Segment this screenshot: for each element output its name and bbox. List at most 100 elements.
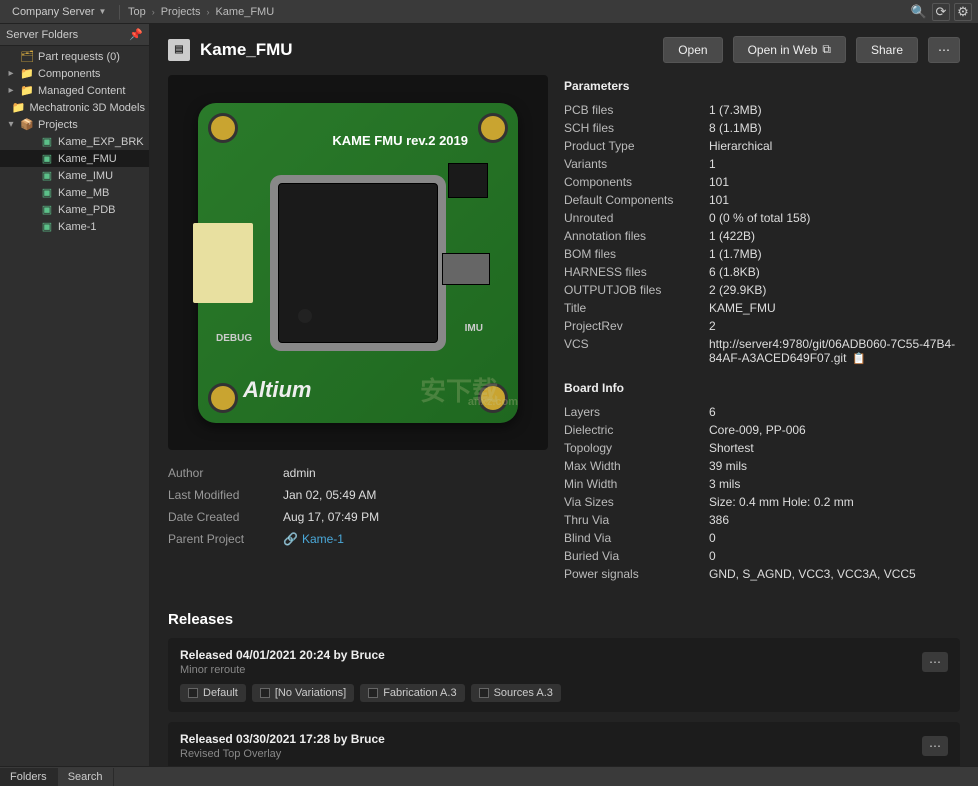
param-value: 0 (0 % of total 158) [709,211,960,225]
folder-icon: 📁 [20,84,34,97]
tree-item[interactable]: 📁Mechatronic 3D Models [0,99,149,116]
board-value: Size: 0.4 mm Hole: 0.2 mm [709,495,960,509]
release-subtitle: Minor reroute [180,664,385,676]
link-icon: 🔗 [283,532,298,546]
param-value: 2 (29.9KB) [709,283,960,297]
tree-item-project[interactable]: ▣Kame_PDB [0,201,149,218]
pin-icon[interactable]: 📌 [129,28,143,41]
tree-item[interactable]: 🗂Part requests (0) [0,48,149,65]
param-label: VCS [564,337,709,365]
folder-icon: 📦 [20,118,34,131]
release-subtitle: Revised Top Overlay [180,748,385,760]
param-value: 1 [709,157,960,171]
release-tag[interactable]: Fabrication A.3 [360,684,464,702]
meta-label: Date Created [168,510,283,524]
param-label: Annotation files [564,229,709,243]
server-dropdown[interactable]: Company Server ▼ [6,4,112,20]
board-label: Buried Via [564,549,709,563]
tree-item-project[interactable]: ▣Kame_FMU [0,150,149,167]
search-icon[interactable]: 🔍 [910,3,928,21]
checkbox-icon [368,688,378,698]
bottombar: Folders Search [0,766,978,786]
board-label: Layers [564,405,709,419]
more-button[interactable]: ⋯ [928,37,960,63]
board-value: 386 [709,513,960,527]
board-row: Via SizesSize: 0.4 mm Hole: 0.2 mm [564,493,960,511]
board-row: Thru Via386 [564,511,960,529]
param-label: Title [564,301,709,315]
tree-label: Kame_PDB [58,204,115,216]
expand-icon: ▸ [6,68,16,79]
tree-item-project[interactable]: ▣Kame-1 [0,218,149,235]
release-tag[interactable]: [No Variations] [252,684,354,702]
param-row: Annotation files1 (422B) [564,227,960,245]
gear-icon[interactable]: ⚙ [954,3,972,21]
meta-label: Last Modified [168,488,283,502]
release-more-button[interactable]: ⋯ [922,736,948,756]
release-title: Released 04/01/2021 20:24 by Bruce [180,648,385,662]
pcb-preview: KAME FMU rev.2 2019 DEBUG IMU Altium 安下载… [168,75,548,450]
board-value: 6 [709,405,960,419]
board-label: Thru Via [564,513,709,527]
tree-label: Kame_IMU [58,170,113,182]
release-tag[interactable]: Sources A.3 [471,684,561,702]
tree-item[interactable]: ▾📦Projects [0,116,149,133]
tab-folders[interactable]: Folders [0,768,58,786]
meta-value: Jan 02, 05:49 AM [283,488,376,502]
release-tag[interactable]: Default [180,684,246,702]
board-value: 39 mils [709,459,960,473]
tree-label: Components [38,68,100,80]
meta-row: Date CreatedAug 17, 07:49 PM [168,506,548,528]
project-file-icon: ▣ [40,220,54,233]
tree-label: Managed Content [38,85,125,97]
param-row: ProjectRev2 [564,317,960,335]
tree-label: Kame_MB [58,187,109,199]
page-title: Kame_FMU [200,40,653,60]
content: ▤ Kame_FMU Open Open in Web⧉ Share ⋯ KAM… [150,24,978,766]
param-row: HARNESS files6 (1.8KB) [564,263,960,281]
expand-icon: ▾ [6,119,16,130]
param-value: Hierarchical [709,139,960,153]
tree-item-project[interactable]: ▣Kame_MB [0,184,149,201]
folder-tree: 🗂Part requests (0)▸📁Components▸ 📁 Managed … [0,46,149,237]
param-value: 101 [709,193,960,207]
board-row: Power signalsGND, S_AGND, VCC3, VCC3A, V… [564,565,960,583]
sidebar-title: Server Folders [6,29,78,41]
param-value: 1 (1.7MB) [709,247,960,261]
share-button[interactable]: Share [856,37,918,63]
chevron-down-icon: ▼ [99,7,107,16]
param-row: Variants1 [564,155,960,173]
releases-title: Releases [168,611,960,628]
param-label: OUTPUTJOB files [564,283,709,297]
release-title: Released 03/30/2021 17:28 by Bruce [180,732,385,746]
param-value: 2 [709,319,960,333]
param-row: PCB files1 (7.3MB) [564,101,960,119]
copy-icon[interactable]: 📋 [852,353,866,365]
crumb[interactable]: Kame_FMU [215,6,274,18]
board-value: Shortest [709,441,960,455]
open-in-web-button[interactable]: Open in Web⧉ [733,36,846,63]
meta-value[interactable]: 🔗Kame-1 [283,532,344,546]
open-button[interactable]: Open [663,37,722,63]
crumb[interactable]: Projects [161,6,201,18]
content-header: ▤ Kame_FMU Open Open in Web⧉ Share ⋯ [150,24,978,75]
tree-item-project[interactable]: ▣Kame_EXP_BRK [0,133,149,150]
param-value: KAME_FMU [709,301,960,315]
tree-item[interactable]: ▸📁Components [0,65,149,82]
refresh-icon[interactable]: ⟳ [932,3,950,21]
crumb[interactable]: Top [128,6,146,18]
param-label: ProjectRev [564,319,709,333]
tree-item[interactable]: ▸📁Managed Content [0,82,149,99]
meta-row: Last ModifiedJan 02, 05:49 AM [168,484,548,506]
param-label: HARNESS files [564,265,709,279]
tree-item-project[interactable]: ▣Kame_IMU [0,167,149,184]
param-label: Product Type [564,139,709,153]
release-more-button[interactable]: ⋯ [922,652,948,672]
tab-search[interactable]: Search [58,768,114,786]
param-value: 1 (422B) [709,229,960,243]
chevron-right-icon: › [152,7,155,17]
meta-list: AuthoradminLast ModifiedJan 02, 05:49 AM… [168,462,548,550]
param-label: Variants [564,157,709,171]
meta-label: Author [168,466,283,480]
board-info-title: Board Info [564,381,960,395]
